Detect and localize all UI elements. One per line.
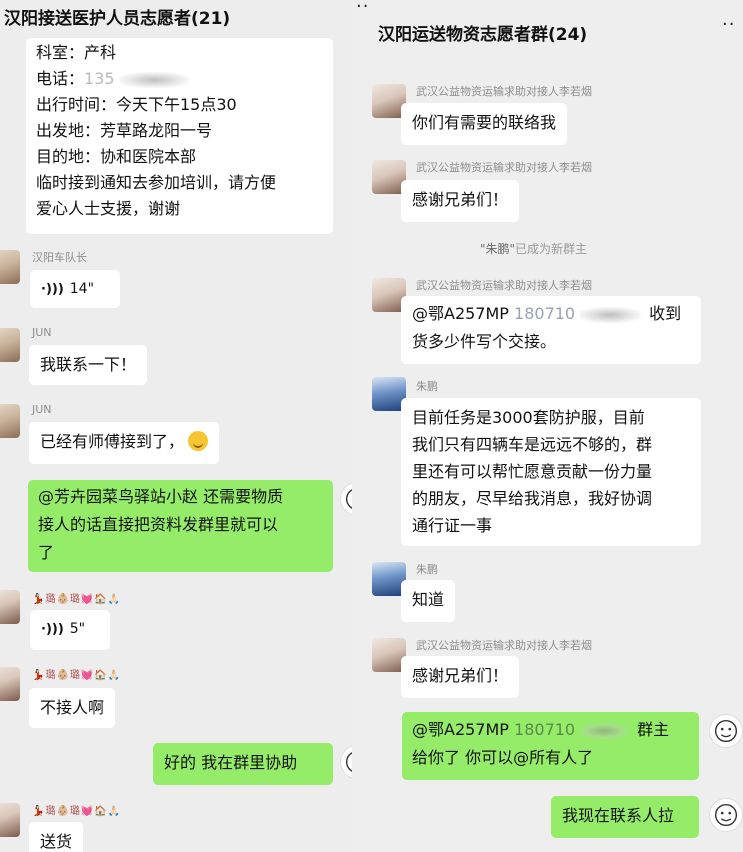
sketch-face-icon: [345, 489, 352, 509]
voice-message[interactable]: ·))) 14": [30, 270, 120, 308]
message-line: 我们只有四辆车是远远不够的，群: [412, 435, 653, 454]
message-line: 目前任务是3000套防护服，目前: [412, 408, 645, 427]
avatar-self[interactable]: [709, 798, 743, 832]
message-line: 了: [38, 543, 55, 562]
chat-title[interactable]: 汉阳运送物资志愿者群(24): [378, 20, 587, 45]
voice-duration: 14": [69, 281, 95, 297]
sender-name: 武汉公益物资运输求助对接人李若烟: [416, 279, 592, 292]
message-line: 电话：135: [36, 66, 323, 92]
avatar-self[interactable]: [340, 482, 352, 516]
avatar-self[interactable]: [340, 745, 352, 779]
message-bubble-self[interactable]: @芳卉园菜鸟驿站小赵 还需要物质 接人的话直接把资料发群里就可以 了: [28, 480, 333, 572]
sender-name: 朱鹏: [416, 380, 438, 393]
message-line: 科室：产科: [36, 43, 117, 62]
sender-name: JUN: [32, 326, 52, 339]
sender-name: 朱鹏: [416, 563, 438, 576]
sender-name: 汉阳车队长: [32, 251, 87, 264]
message-line: 给你了 你可以@所有人了: [412, 748, 594, 767]
message-line: 出行时间：今天下午15点30: [36, 95, 237, 114]
sender-name: 武汉公益物资运输求助对接人李若烟: [416, 85, 592, 98]
message-line: 的朋友，尽早给我消息，我好协调: [412, 489, 653, 508]
message-line: 目的地：协和医院本部: [36, 147, 197, 166]
message-line: 出发地：芳草路龙阳一号: [36, 121, 213, 140]
message-line: @鄂A257MP 180710 群主: [412, 716, 689, 744]
redacted-blur: [118, 71, 189, 88]
phone-partial: 180710: [514, 720, 576, 739]
redacted-blur: [579, 722, 630, 739]
chat-header: 汉阳接送医护人员志愿者(21): [0, 0, 352, 36]
voice-wave-icon: ·))): [41, 622, 64, 637]
voice-message[interactable]: ·))) 5": [30, 610, 110, 650]
message-text: 收到: [649, 304, 682, 323]
message-bubble-self[interactable]: 好的 我在群里协助: [153, 743, 333, 785]
message-bubble[interactable]: 目前任务是3000套防护服，目前 我们只有四辆车是远远不够的，群 里还有可以帮忙…: [401, 398, 701, 546]
sketch-face-icon: [345, 752, 352, 772]
message-bubble[interactable]: 不接人啊: [29, 688, 116, 728]
message-bubble-self[interactable]: @鄂A257MP 180710 群主 给你了 你可以@所有人了: [402, 712, 699, 780]
chat-title[interactable]: 汉阳接送医护人员志愿者(21): [4, 4, 230, 29]
message-line: 货多少件写个交接。: [412, 332, 557, 351]
message-bubble[interactable]: 我联系一下！: [29, 345, 148, 385]
sender-name: 💃🏻璐👶🏼璐💓🏠🙏🏻: [32, 806, 122, 817]
mention-text: @鄂A257MP: [412, 720, 515, 739]
message-bubble[interactable]: 送货: [29, 822, 84, 852]
more-dots-icon[interactable]: ··: [356, 0, 369, 17]
message-bubble[interactable]: 感谢兄弟们！: [401, 656, 520, 698]
message-bubble[interactable]: @鄂A257MP 180710 收到 货多少件写个交接。: [401, 296, 701, 364]
message-line: @芳卉园菜鸟驿站小赵 还需要物质: [38, 487, 284, 506]
sender-name: JUN: [32, 403, 52, 416]
chat-header: ·· 汉阳运送物资志愿者群(24) ··: [352, 0, 743, 45]
message-bubble[interactable]: 你们有需要的联络我: [401, 103, 568, 145]
phone-partial: 180710: [514, 304, 576, 323]
sketch-face-icon: [714, 803, 738, 827]
message-line: 通行证一事: [412, 516, 493, 535]
voice-duration: 5": [69, 621, 86, 637]
message-line: 接人的话直接把资料发群里就可以: [38, 515, 279, 534]
sender-name: 💃🏻璐👶🏼璐💓🏠🙏🏻: [32, 670, 122, 681]
mention-text: @鄂A257MP: [412, 304, 515, 323]
more-options-icon[interactable]: ··: [722, 14, 735, 35]
sender-name: 💃🏻璐👶🏼璐💓🏠🙏🏻: [32, 594, 122, 605]
avatar[interactable]: [0, 590, 20, 624]
message-bubble[interactable]: 已经有师傅接到了，: [29, 422, 220, 464]
chat-window-left: 汉阳接送医护人员志愿者(21) 科室：产科 电话：135 出行时间：今天下午15…: [0, 0, 352, 852]
message-bubble[interactable]: 感谢兄弟们！: [401, 180, 520, 222]
sender-name: 武汉公益物资运输求助对接人李若烟: [416, 161, 592, 174]
message-line: 爱心人士支援，谢谢: [36, 199, 181, 218]
system-notice-text: 已成为新群主: [515, 242, 588, 256]
sketch-face-icon: [714, 719, 738, 743]
redacted-blur: [579, 306, 642, 323]
message-bubble[interactable]: 科室：产科 电话：135 出行时间：今天下午15点30 出发地：芳草路龙阳一号 …: [26, 38, 333, 234]
message-text: 已经有师傅接到了，: [40, 432, 185, 451]
phone-label: 电话：: [36, 69, 85, 88]
message-bubble-self[interactable]: 我现在联系人拉: [551, 796, 699, 838]
message-bubble[interactable]: 知道: [401, 580, 456, 622]
voice-wave-icon: ·))): [41, 282, 64, 297]
avatar[interactable]: [0, 250, 20, 284]
new-owner-name: "朱鹏": [480, 242, 516, 256]
phone-partial: 135: [84, 69, 115, 88]
avatar[interactable]: [0, 803, 20, 837]
message-line: 临时接到通知去参加培训，请方便: [36, 173, 277, 192]
avatar[interactable]: [0, 328, 20, 362]
message-text: 群主: [637, 720, 670, 739]
avatar[interactable]: [0, 404, 20, 438]
avatar[interactable]: [0, 667, 20, 701]
grinning-emoji-icon: [188, 431, 209, 451]
message-line: 里还有可以帮忙愿意贡献一份力量: [412, 462, 653, 481]
system-notice: "朱鹏"已成为新群主: [480, 240, 587, 257]
avatar-self[interactable]: [709, 714, 743, 748]
chat-window-right: ·· 汉阳运送物资志愿者群(24) ·· 武汉公益物资运输求助对接人李若烟 你们…: [352, 0, 743, 852]
message-line: @鄂A257MP 180710 收到: [412, 300, 690, 328]
sender-name: 武汉公益物资运输求助对接人李若烟: [416, 639, 592, 652]
